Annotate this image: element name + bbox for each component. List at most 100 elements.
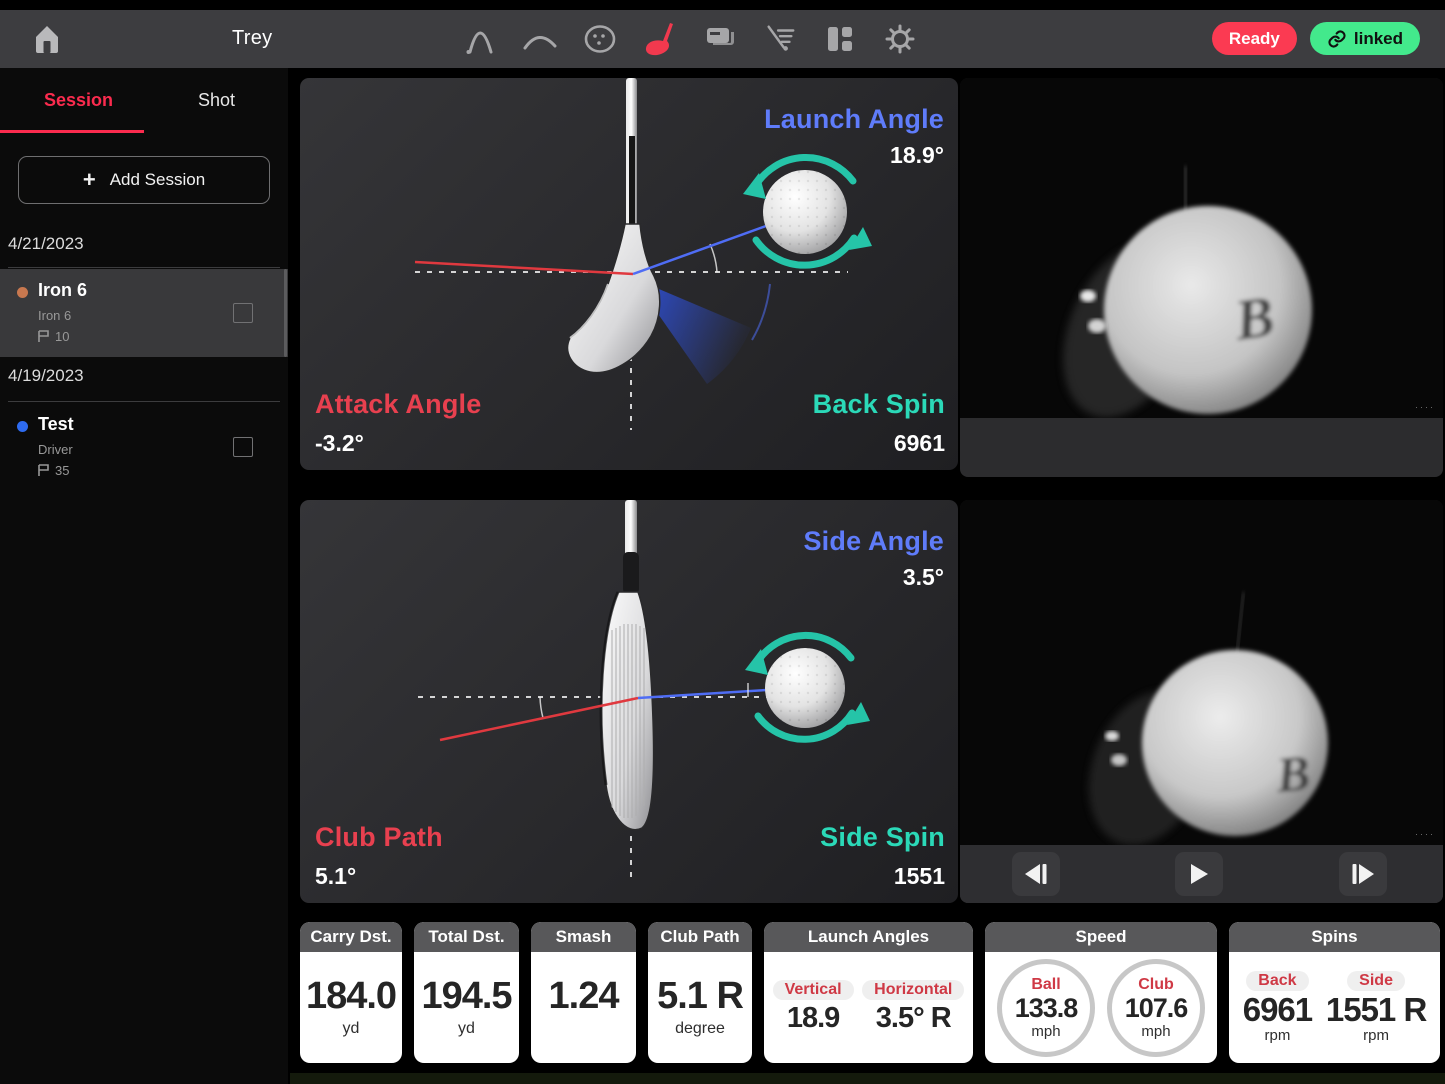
- card-header: Carry Dst.: [300, 922, 402, 952]
- vertical-label: Vertical: [773, 980, 854, 1000]
- session-item-test[interactable]: Test Driver 35: [0, 403, 288, 491]
- layout-icon[interactable]: [823, 21, 857, 57]
- play-button[interactable]: [1175, 852, 1223, 896]
- total-distance-value: 194.5: [421, 977, 511, 1017]
- golf-club-icon[interactable]: [643, 21, 677, 57]
- divider: [8, 267, 280, 268]
- session-checkbox[interactable]: [233, 437, 253, 457]
- side-spin-stat-unit: rpm: [1363, 1027, 1389, 1044]
- carry-distance-value: 184.0: [306, 977, 396, 1017]
- club-path-unit: degree: [675, 1020, 725, 1038]
- club-speed-gauge: Club 107.6 mph: [1107, 959, 1205, 1057]
- nav-icon-row: [463, 21, 917, 57]
- card-header: Speed: [985, 922, 1217, 952]
- back-spin-stat-label: Back: [1246, 971, 1308, 991]
- card-header: Smash: [531, 922, 636, 952]
- side-spin-stat-label: Side: [1347, 971, 1405, 991]
- carry-distance-unit: yd: [343, 1020, 360, 1038]
- horizontal-value: 3.5° R: [876, 1002, 951, 1035]
- side-spin-value: 1551: [894, 863, 945, 890]
- horizontal-label: Horizontal: [862, 980, 964, 1000]
- club-path-card: Club Path 5.1 R degree: [648, 922, 752, 1063]
- carry-distance-card: Carry Dst. 184.0 yd: [300, 922, 402, 1063]
- attack-angle-value: -3.2°: [315, 430, 364, 457]
- attack-angle-label: Attack Angle: [315, 389, 481, 420]
- page-title: Trey: [232, 27, 272, 50]
- club-path-value: 5.1 R: [657, 977, 743, 1017]
- step-forward-button[interactable]: [1339, 852, 1387, 896]
- back-spin-label: Back Spin: [813, 389, 945, 420]
- club-path-value: 5.1°: [315, 863, 356, 890]
- session-shot-count: 10: [38, 329, 69, 344]
- video-timestamp-dots: ····: [1415, 829, 1435, 839]
- step-forward-icon: [1350, 862, 1376, 886]
- top-nav: Trey: [0, 10, 1445, 68]
- launch-angles-card: Launch Angles Vertical 18.9 Horizontal 3…: [764, 922, 973, 1063]
- flag-icon: [38, 464, 49, 477]
- back-spin-value: 6961: [894, 430, 945, 457]
- add-session-button[interactable]: + Add Session: [18, 156, 270, 204]
- session-subtitle: Driver: [38, 442, 73, 457]
- session-title: Test: [38, 414, 74, 435]
- side-spin-stat-value: 1551 R: [1326, 993, 1426, 1028]
- linked-label: linked: [1354, 29, 1403, 49]
- total-distance-card: Total Dst. 194.5 yd: [414, 922, 519, 1063]
- club-speed-unit: mph: [1141, 1023, 1170, 1040]
- play-icon: [1188, 862, 1210, 886]
- flag-icon: [38, 330, 49, 343]
- smash-value: 1.24: [549, 977, 619, 1017]
- linked-status-badge: linked: [1310, 22, 1420, 55]
- video-controls: [960, 845, 1443, 903]
- bottom-camera-strip: [290, 1073, 1445, 1084]
- add-session-label: Add Session: [110, 170, 205, 190]
- video-frame: B ····: [960, 78, 1443, 418]
- spins-card: Spins Back 6961 rpm Side 1551 R rpm: [1229, 922, 1440, 1063]
- impact-video-top[interactable]: B ····: [960, 78, 1443, 477]
- steep-trajectory-icon[interactable]: [463, 21, 497, 57]
- home-button[interactable]: [30, 22, 64, 56]
- link-icon: [1327, 29, 1347, 49]
- ball-speed-label: Ball: [1031, 976, 1060, 994]
- side-angle-label: Side Angle: [803, 526, 944, 557]
- smash-card: Smash 1.24: [531, 922, 636, 1063]
- active-tab-indicator: [0, 130, 144, 133]
- back-spin-stat-unit: rpm: [1265, 1027, 1291, 1044]
- launch-angle-panel: Launch Angle 18.9° Attack Angle -3.2° Ba…: [300, 78, 958, 470]
- club-path-label: Club Path: [315, 822, 443, 853]
- card-header: Launch Angles: [764, 922, 973, 952]
- session-item-iron6[interactable]: Iron 6 Iron 6 10: [0, 269, 288, 357]
- ready-status-badge: Ready: [1212, 22, 1297, 55]
- sidebar-scrollbar[interactable]: [284, 269, 287, 357]
- ball-speed-gauge: Ball 133.8 mph: [997, 959, 1095, 1057]
- step-backward-button[interactable]: [1012, 852, 1060, 896]
- golf-ball-icon[interactable]: [583, 21, 617, 57]
- side-angle-value: 3.5°: [903, 564, 944, 591]
- plus-icon: +: [83, 169, 96, 191]
- session-sidebar: Session Shot + Add Session 4/21/2023 Iro…: [0, 68, 288, 1084]
- golf-cart-icon[interactable]: [763, 21, 797, 57]
- vertical-value: 18.9: [787, 1002, 839, 1035]
- side-spin-label: Side Spin: [820, 822, 945, 853]
- session-title: Iron 6: [38, 280, 87, 301]
- session-checkbox[interactable]: [233, 303, 253, 323]
- step-backward-icon: [1023, 862, 1049, 886]
- total-distance-unit: yd: [458, 1020, 475, 1038]
- session-date-2: 4/19/2023: [8, 366, 84, 386]
- status-badges: Ready linked: [1212, 22, 1420, 55]
- shallow-trajectory-icon[interactable]: [523, 21, 557, 57]
- shot-stats-bar: Carry Dst. 184.0 yd Total Dst. 194.5 yd …: [300, 922, 1440, 1063]
- tab-shot[interactable]: Shot: [198, 90, 235, 111]
- side-angle-panel: Side Angle 3.5° Club Path 5.1° Side Spin…: [300, 500, 958, 903]
- speed-card: Speed Ball 133.8 mph Club 107.6 mph: [985, 922, 1217, 1063]
- cards-icon[interactable]: [703, 21, 737, 57]
- svg-text:B: B: [1273, 744, 1312, 803]
- impact-video-bottom[interactable]: B ····: [960, 500, 1443, 903]
- tab-session[interactable]: Session: [44, 90, 113, 111]
- video-frame: B ····: [960, 500, 1443, 845]
- gear-icon[interactable]: [883, 21, 917, 57]
- home-icon: [30, 22, 64, 56]
- video-timestamp-dots: ····: [1415, 402, 1435, 412]
- card-header: Club Path: [648, 922, 752, 952]
- back-spin-stat-value: 6961: [1243, 993, 1312, 1028]
- ball-speed-value: 133.8: [1015, 995, 1078, 1022]
